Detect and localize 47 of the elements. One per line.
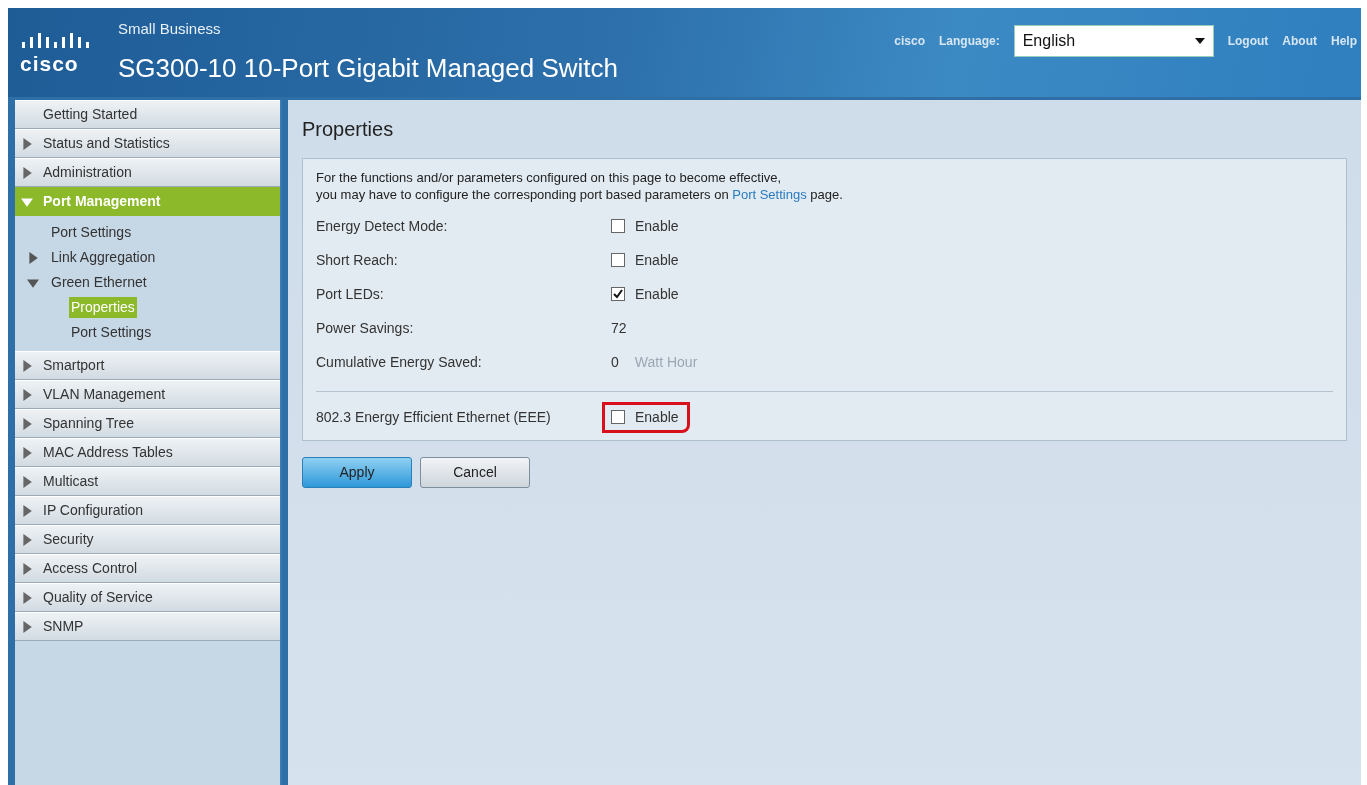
- field-label: 802.3 Energy Efficient Ethernet (EEE): [316, 407, 552, 427]
- product-line: Small Business: [118, 19, 222, 39]
- field-label: Energy Detect Mode:: [316, 216, 449, 236]
- field-label: Power Savings:: [316, 318, 415, 338]
- nav-item[interactable]: Status and Statistics: [15, 129, 280, 158]
- checkbox[interactable]: [611, 219, 625, 233]
- checkbox-label: Enable: [635, 250, 679, 270]
- settings-link[interactable]: Port Settings: [732, 187, 807, 202]
- checkbox-label: Enable: [635, 216, 679, 236]
- nav-item[interactable]: Quality of Service: [15, 583, 280, 612]
- field-value: 0: [611, 352, 619, 372]
- nav-subitem[interactable]: Port Settings: [49, 222, 134, 243]
- checkbox[interactable]: [611, 253, 625, 267]
- apply-button[interactable]: Apply: [302, 457, 412, 488]
- nav-item[interactable]: Smartport: [15, 351, 280, 380]
- nav-item[interactable]: VLAN Management: [15, 380, 280, 409]
- language-label: Language:: [939, 33, 1000, 50]
- nav-item[interactable]: Access Control: [15, 554, 280, 583]
- nav-subitem[interactable]: Link Aggregation: [49, 247, 158, 268]
- check-icon: [613, 289, 623, 299]
- unit-text: Watt Hour: [634, 352, 698, 372]
- language-select[interactable]: English: [1013, 25, 1214, 57]
- logo-text: cisco: [20, 53, 80, 75]
- nav-subitem[interactable]: Green Ethernet: [49, 272, 149, 293]
- info-text: For the functions and/or parameters configured on this page to become effective, you may have to configure the corresponding port based parameters on Port Settings page.: [316, 169, 844, 203]
- checkbox[interactable]: [611, 410, 625, 424]
- checkbox-label: Enable: [635, 407, 679, 427]
- device-title: SG300-10 10-Port Gigabit Managed Switch: [118, 51, 619, 85]
- checkbox-label: Enable: [635, 284, 679, 304]
- dropdown-arrow-icon: [1194, 38, 1205, 44]
- nav-item[interactable]: MAC Address Tables: [15, 438, 280, 467]
- field-label: Port LEDs:: [316, 284, 385, 304]
- nav-item[interactable]: Security: [15, 525, 280, 554]
- field-value: 72: [611, 318, 627, 338]
- field-label: Cumulative Energy Saved:: [316, 352, 483, 372]
- nav-item[interactable]: Spanning Tree: [15, 409, 280, 438]
- nav-item[interactable]: Getting Started: [15, 100, 280, 129]
- nav-item[interactable]: IP Configuration: [15, 496, 280, 525]
- nav-subitem[interactable]: Port Settings: [69, 322, 154, 343]
- field-label: Short Reach:: [316, 250, 399, 270]
- checkbox[interactable]: [611, 287, 625, 301]
- page-title: Properties: [302, 117, 395, 142]
- user-name: cisco: [894, 33, 925, 50]
- cancel-button[interactable]: Cancel: [420, 457, 530, 488]
- nav-item[interactable]: SNMP: [15, 612, 280, 641]
- nav-item[interactable]: Administration: [15, 158, 280, 187]
- nav-item[interactable]: Multicast: [15, 467, 280, 496]
